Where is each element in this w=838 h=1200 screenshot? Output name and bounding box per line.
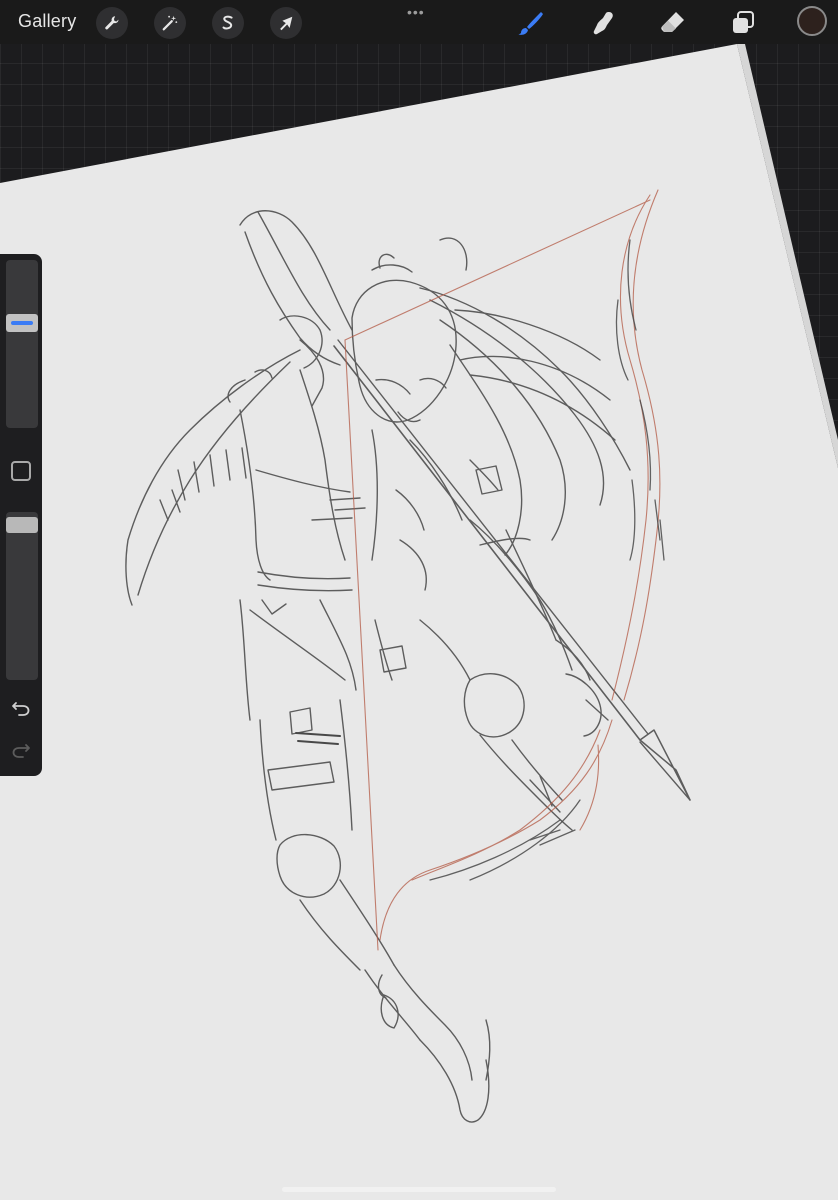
canvas-workspace[interactable]: Gallery ••• [0,0,838,1200]
undo-arrow-icon [12,702,30,716]
transform-button[interactable] [270,7,302,39]
paper-sheet[interactable] [0,44,838,1200]
redo-arrow-icon [12,744,30,758]
selection-s-icon [222,15,233,30]
brush-size-slider[interactable] [6,260,38,428]
adjustments-button[interactable] [154,7,186,39]
layers-button[interactable] [728,8,758,38]
selection-button[interactable] [212,7,244,39]
actions-button[interactable] [96,7,128,39]
home-indicator[interactable] [282,1187,556,1192]
eraser-tool-button[interactable] [658,8,688,38]
brush-size-indicator [11,321,33,325]
brush-size-slider-thumb[interactable] [6,314,38,332]
opacity-slider-thumb[interactable] [6,516,38,533]
arrow-cursor-icon [280,16,293,31]
color-picker-button[interactable] [797,6,827,36]
undo-button[interactable] [9,696,33,720]
drawing-canvas[interactable] [0,0,838,1200]
brush-icon [518,12,543,35]
square-modify-icon[interactable] [11,461,31,481]
left-sidebar [0,254,42,776]
brush-tool-button[interactable] [516,8,546,38]
magic-wand-icon [162,15,178,31]
smudge-tool-button[interactable] [588,8,618,38]
more-options-button[interactable]: ••• [407,4,425,20]
redo-button[interactable] [9,738,33,762]
eraser-icon [661,12,684,32]
wrench-icon [105,16,119,30]
layers-icon [733,11,754,33]
smudge-finger-icon [593,12,613,35]
gallery-button[interactable]: Gallery [18,11,76,32]
opacity-slider[interactable] [6,512,38,680]
top-toolbar: Gallery ••• [0,0,838,44]
